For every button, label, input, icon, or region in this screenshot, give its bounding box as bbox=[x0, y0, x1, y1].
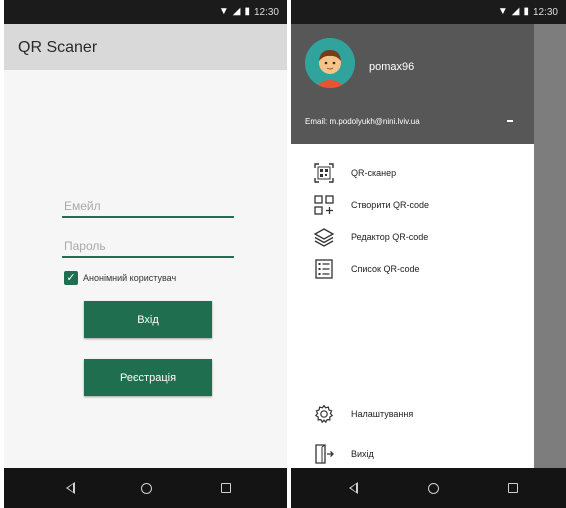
navigation-bar bbox=[291, 468, 566, 508]
anonymous-label: Анонімний користувач bbox=[83, 273, 177, 283]
status-time: 12:30 bbox=[253, 6, 279, 18]
checkmark-icon: ✓ bbox=[66, 272, 76, 284]
back-icon bbox=[348, 482, 358, 494]
app-title: QR Scaner bbox=[18, 39, 98, 56]
battery-icon: ▮ bbox=[244, 6, 250, 17]
drawer-scrim[interactable] bbox=[534, 24, 566, 468]
app-bar: QR Scaner bbox=[4, 24, 287, 70]
wifi-icon: ▼ bbox=[497, 6, 508, 17]
login-screen: ▼ ◢ ▮ 12:30 QR Scaner ✓ Анонімний корист… bbox=[4, 0, 287, 508]
navigation-bar bbox=[4, 468, 287, 508]
status-bar: ▼ ◢ ▮ 12:30 bbox=[291, 0, 566, 24]
menu-label: Створити QR-code bbox=[351, 200, 430, 210]
menu-label: Редактор QR-code bbox=[351, 232, 429, 242]
menu-label: Вихід bbox=[351, 449, 374, 459]
create-qr-icon bbox=[314, 195, 334, 215]
status-icons: ▼ ◢ ▮ 12:30 bbox=[498, 6, 558, 18]
register-button[interactable]: Реєстрація bbox=[84, 359, 212, 396]
navigation-drawer: pomax96 Email: m.podolyukh@nini.lviv.ua … bbox=[291, 24, 534, 468]
back-icon bbox=[65, 482, 75, 494]
username: pomax96 bbox=[369, 61, 415, 73]
anonymous-checkbox[interactable]: ✓ bbox=[64, 271, 78, 285]
avatar-icon bbox=[305, 38, 355, 88]
home-icon bbox=[140, 482, 152, 494]
email-input[interactable] bbox=[62, 196, 234, 216]
status-icons: ▼ ◢ ▮ 12:30 bbox=[219, 6, 279, 18]
menu-item-qr-editor[interactable]: Редактор QR-code bbox=[291, 224, 534, 250]
user-email: Email: m.podolyukh@nini.lviv.ua bbox=[305, 117, 420, 126]
recent-apps-button[interactable] bbox=[503, 478, 523, 498]
menu-item-create-qr[interactable]: Створити QR-code bbox=[291, 192, 534, 218]
home-icon bbox=[427, 482, 439, 494]
menu-item-qr-list[interactable]: Список QR-code bbox=[291, 256, 534, 282]
signal-icon: ◢ bbox=[511, 6, 520, 17]
wifi-icon: ▼ bbox=[218, 6, 229, 17]
recent-apps-icon bbox=[221, 483, 231, 493]
recent-apps-icon bbox=[508, 483, 518, 493]
login-form: ✓ Анонімний користувач Вхід Реєстрація bbox=[4, 70, 287, 468]
menu-item-qr-scanner[interactable]: QR-сканер bbox=[291, 160, 534, 186]
anonymous-checkbox-row[interactable]: ✓ Анонімний користувач bbox=[64, 270, 176, 286]
status-time: 12:30 bbox=[532, 6, 558, 18]
menu-item-exit[interactable]: Вихід bbox=[291, 441, 534, 467]
signal-icon: ◢ bbox=[232, 6, 241, 17]
email-field[interactable] bbox=[62, 196, 234, 218]
drawer-header: pomax96 Email: m.podolyukh@nini.lviv.ua bbox=[291, 24, 534, 144]
login-button[interactable]: Вхід bbox=[84, 301, 212, 338]
menu-label: Налаштування bbox=[351, 409, 414, 419]
status-bar: ▼ ◢ ▮ 12:30 bbox=[4, 0, 287, 24]
avatar[interactable] bbox=[305, 38, 355, 88]
menu-label: QR-сканер bbox=[351, 168, 397, 178]
list-icon bbox=[315, 259, 333, 279]
menu-label: Список QR-code bbox=[351, 264, 420, 274]
account-dropdown-icon[interactable] bbox=[507, 120, 513, 122]
recent-apps-button[interactable] bbox=[216, 478, 236, 498]
gear-icon bbox=[314, 404, 334, 424]
password-input[interactable] bbox=[62, 236, 234, 256]
back-button[interactable] bbox=[60, 478, 80, 498]
home-button[interactable] bbox=[423, 478, 443, 498]
battery-icon: ▮ bbox=[523, 6, 529, 17]
back-button[interactable] bbox=[343, 478, 363, 498]
drawer-screen: ▼ ◢ ▮ 12:30 pomax96 Email: m.podolyukh@n bbox=[291, 0, 566, 508]
home-button[interactable] bbox=[136, 478, 156, 498]
layers-icon bbox=[313, 228, 335, 247]
qr-scan-icon bbox=[314, 163, 334, 183]
menu-item-settings[interactable]: Налаштування bbox=[291, 401, 534, 427]
exit-icon bbox=[315, 444, 334, 464]
password-field[interactable] bbox=[62, 236, 234, 258]
